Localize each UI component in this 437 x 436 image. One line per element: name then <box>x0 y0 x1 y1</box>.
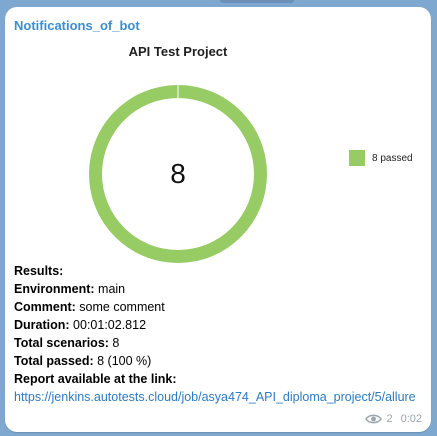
message-time: 0:02 <box>400 413 422 425</box>
chart-image[interactable]: API Test Project 8 8 passed <box>5 37 431 265</box>
message-meta: 2 0:02 <box>365 413 422 425</box>
total-scenarios-label: Total scenarios: <box>14 336 109 350</box>
comment-label: Comment: <box>14 300 76 314</box>
legend-swatch-passed <box>349 150 365 166</box>
report-link-label: Report available at the link: <box>14 372 177 386</box>
sender-name[interactable]: Notifications_of_bot <box>14 18 140 33</box>
report-link[interactable]: https://jenkins.autotests.cloud/job/asya… <box>14 388 424 406</box>
total-scenarios-line: Total scenarios: 8 <box>14 334 424 352</box>
chart-title: API Test Project <box>128 44 228 59</box>
view-count: 2 <box>386 413 393 425</box>
comment-value: some comment <box>75 300 165 314</box>
message-bubble: Notifications_of_bot API Test Project 8 … <box>5 7 431 432</box>
chart-legend: 8 passed <box>349 150 413 166</box>
environment-value: main <box>94 282 126 296</box>
donut-center-label: 8 <box>170 158 186 189</box>
duration-label: Duration: <box>14 318 70 332</box>
results-heading: Results: <box>14 264 64 278</box>
environment-line: Environment: main <box>14 280 424 298</box>
donut-chart: 8 <box>89 84 267 263</box>
report-text: Results: Environment: main Comment: some… <box>14 262 424 406</box>
comment-line: Comment: some comment <box>14 298 424 316</box>
total-passed-line: Total passed: 8 (100 %) <box>14 352 424 370</box>
duration-line: Duration: 00:01:02.812 <box>14 316 424 334</box>
duration-value: 00:01:02.812 <box>69 318 147 332</box>
window-top-tab <box>220 0 294 3</box>
environment-label: Environment: <box>14 282 95 296</box>
total-passed-label: Total passed: <box>14 354 94 368</box>
legend-label-passed: 8 passed <box>372 152 413 164</box>
eye-icon <box>365 414 383 424</box>
total-passed-value: 8 (100 %) <box>93 354 152 368</box>
total-scenarios-value: 8 <box>108 336 120 350</box>
